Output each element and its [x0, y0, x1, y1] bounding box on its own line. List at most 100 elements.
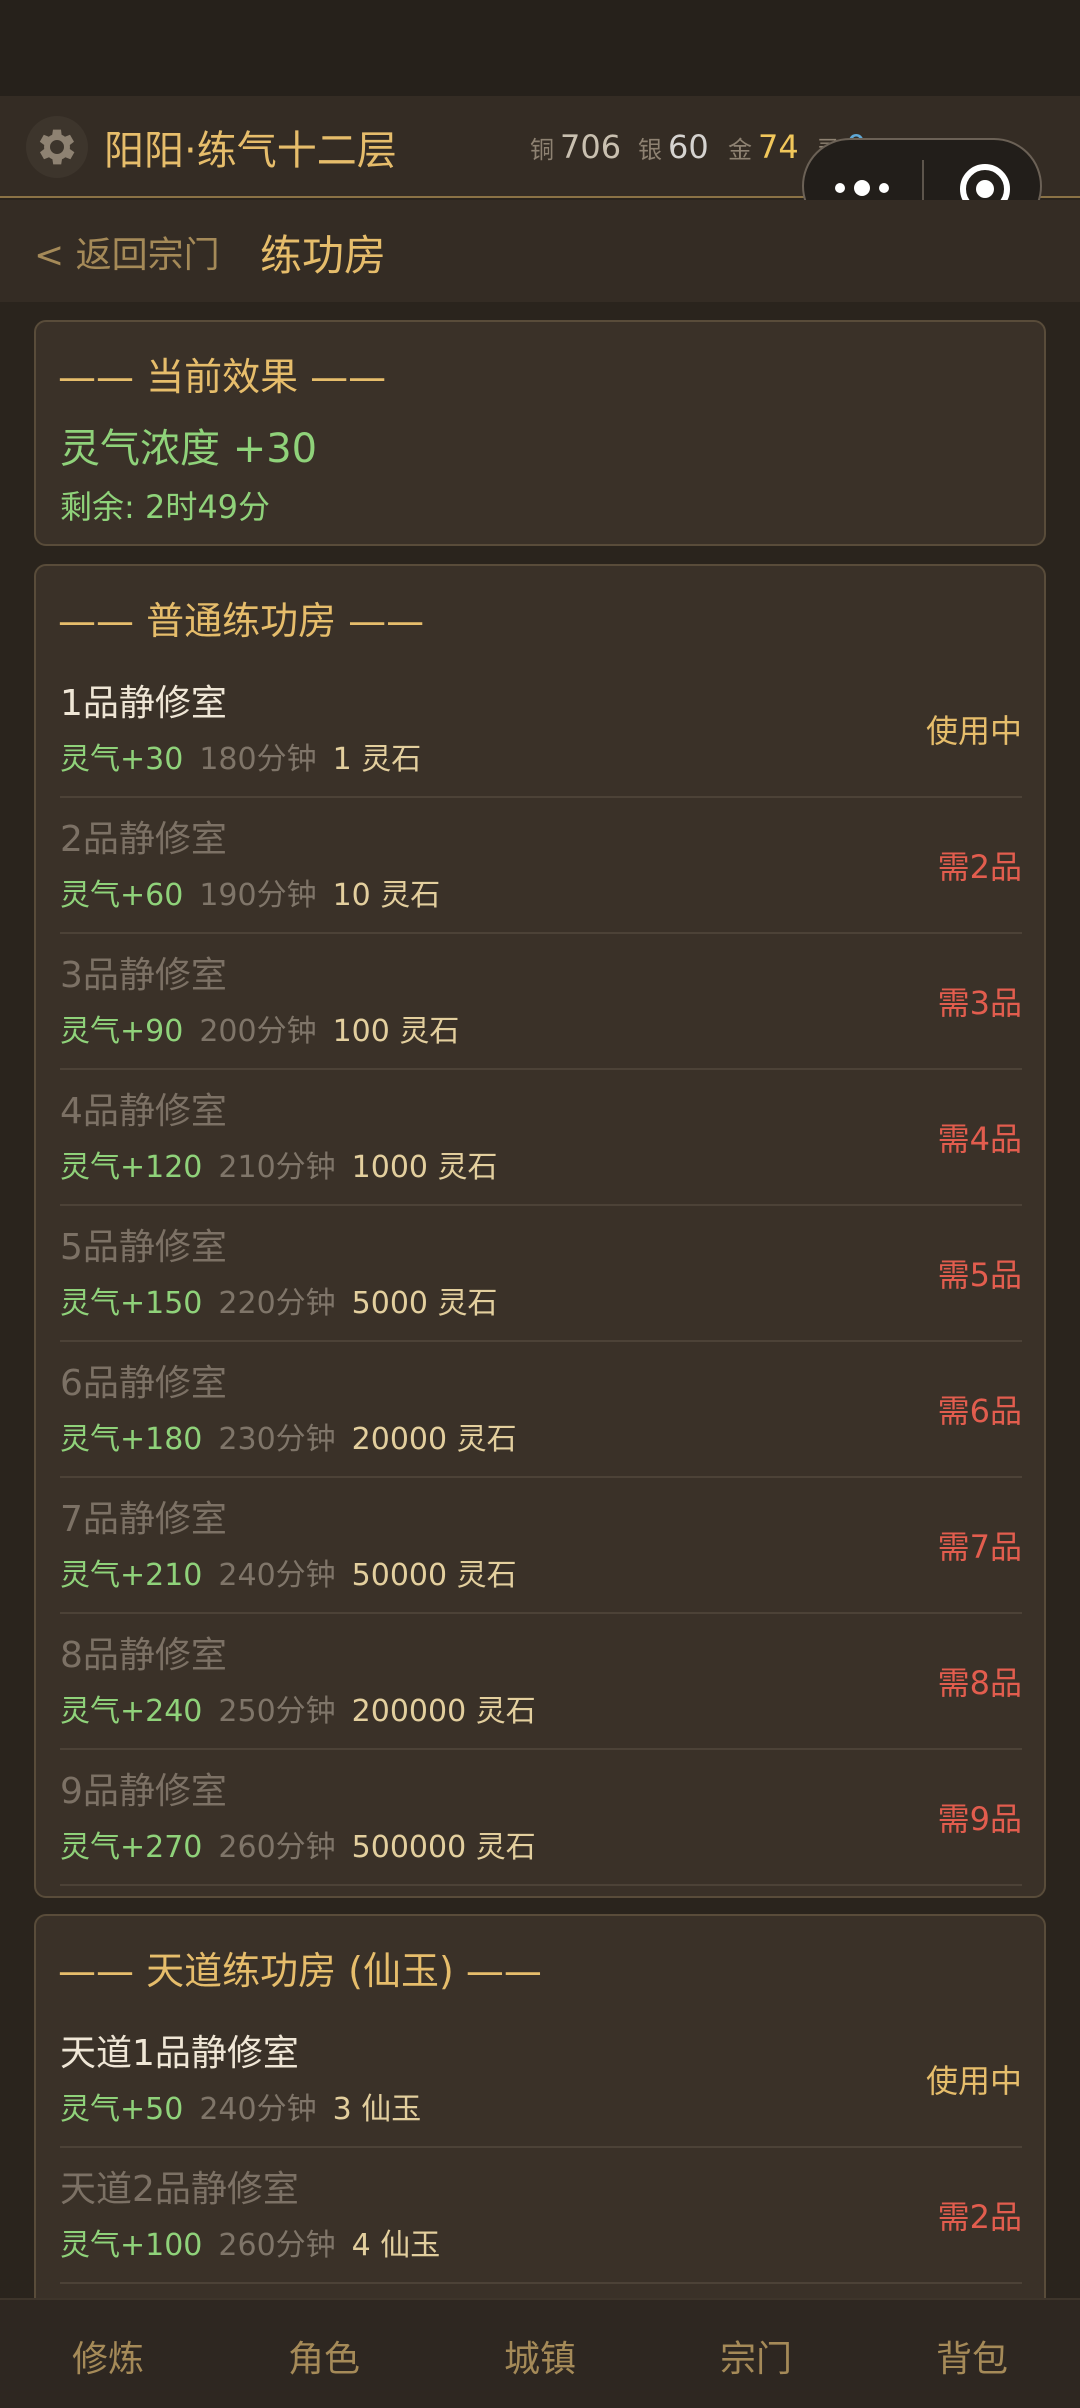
room-duration: 190分钟 [199, 878, 317, 913]
status-bar [0, 0, 1080, 96]
heaven-training-title: —— 天道练功房 (仙玉) —— [58, 1949, 542, 1993]
gold-currency: 金 74 [728, 128, 799, 166]
room-cost: 500000 灵石 [351, 1830, 536, 1865]
silver-value: 60 [668, 128, 709, 166]
room-name: 9品静修室 [60, 1771, 227, 1812]
room-status[interactable]: 使用中 [926, 706, 1022, 752]
nav-town[interactable]: 城镇 [432, 2330, 648, 2382]
copper-currency: 铜 706 [530, 128, 621, 166]
room-cost: 4 仙玉 [351, 2228, 441, 2263]
room-cost: 1000 灵石 [351, 1150, 498, 1185]
room-duration: 200分钟 [199, 1014, 317, 1049]
room-row[interactable]: 7品静修室灵气+210 240分钟 50000 灵石 需7品 [60, 1478, 1022, 1614]
room-qi: 灵气+60 [60, 878, 184, 913]
room-status[interactable]: 需9品 [938, 1794, 1022, 1840]
room-cost: 5000 灵石 [351, 1286, 498, 1321]
room-stats: 灵气+240 250分钟 200000 灵石 [60, 1686, 536, 1730]
room-name: 6品静修室 [60, 1363, 227, 1404]
player-name: 阳阳·练气十二层 [104, 128, 397, 174]
room-qi: 灵气+270 [60, 1830, 203, 1865]
room-qi: 灵气+90 [60, 1014, 184, 1049]
room-name: 1品静修室 [60, 683, 227, 724]
room-cost: 3 仙玉 [332, 2092, 422, 2127]
room-name: 4品静修室 [60, 1091, 227, 1132]
room-row[interactable]: 2品静修室灵气+60 190分钟 10 灵石 需2品 [60, 798, 1022, 934]
room-duration: 260分钟 [218, 1830, 336, 1865]
room-duration: 240分钟 [199, 2092, 317, 2127]
room-duration: 250分钟 [218, 1694, 336, 1729]
room-row[interactable]: 1品静修室 灵气+30 180分钟 1 灵石 使用中 [60, 662, 1022, 798]
room-cost: 200000 灵石 [351, 1694, 536, 1729]
room-stats: 灵气+90 200分钟 100 灵石 [60, 1006, 459, 1050]
room-row[interactable]: 天道2品静修室灵气+100 260分钟 4 仙玉 需2品 [60, 2148, 1022, 2284]
room-duration: 230分钟 [218, 1422, 336, 1457]
room-cost: 100 灵石 [332, 1014, 460, 1049]
room-row[interactable]: 5品静修室灵气+150 220分钟 5000 灵石 需5品 [60, 1206, 1022, 1342]
room-status[interactable]: 使用中 [926, 2056, 1022, 2102]
settings-button[interactable] [26, 116, 88, 178]
room-row[interactable]: 3品静修室灵气+90 200分钟 100 灵石 需3品 [60, 934, 1022, 1070]
room-status[interactable]: 需3品 [938, 978, 1022, 1024]
room-stats: 灵气+270 260分钟 500000 灵石 [60, 1822, 536, 1866]
room-status[interactable]: 需2品 [938, 2192, 1022, 2238]
room-qi: 灵气+180 [60, 1422, 203, 1457]
nav-cultivate[interactable]: 修炼 [0, 2330, 216, 2382]
room-row[interactable]: 天道1品静修室灵气+50 240分钟 3 仙玉 使用中 [60, 2012, 1022, 2148]
room-stats: 灵气+50 240分钟 3 仙玉 [60, 2084, 421, 2128]
current-effect-title: —— 当前效果 —— [58, 355, 387, 399]
room-cost: 50000 灵石 [351, 1558, 517, 1593]
room-row[interactable]: 6品静修室灵气+180 230分钟 20000 灵石 需6品 [60, 1342, 1022, 1478]
room-status[interactable]: 需6品 [938, 1386, 1022, 1432]
room-qi: 灵气+50 [60, 2092, 184, 2127]
heaven-training-panel: —— 天道练功房 (仙玉) —— 天道1品静修室灵气+50 240分钟 3 仙玉 使用… [34, 1914, 1046, 2334]
room-name: 2品静修室 [60, 819, 227, 860]
nav-sect[interactable]: 宗门 [648, 2330, 864, 2382]
room-stats: 灵气+120 210分钟 1000 灵石 [60, 1142, 498, 1186]
room-status[interactable]: 需8品 [938, 1658, 1022, 1704]
effect-value: 灵气浓度 +30 [60, 426, 318, 472]
copper-label: 铜 [530, 136, 554, 164]
room-name: 天道2品静修室 [60, 2169, 299, 2210]
more-options-icon[interactable] [834, 176, 890, 200]
room-duration: 240分钟 [218, 1558, 336, 1593]
normal-training-title: —— 普通练功房 —— [58, 599, 425, 643]
bottom-nav: 修炼 角色 城镇 宗门 背包 [0, 2298, 1080, 2408]
room-duration: 220分钟 [218, 1286, 336, 1321]
nav-bag[interactable]: 背包 [864, 2330, 1080, 2382]
room-name: 5品静修室 [60, 1227, 227, 1268]
room-status[interactable]: 需7品 [938, 1522, 1022, 1568]
room-status[interactable]: 需5品 [938, 1250, 1022, 1296]
normal-training-panel: —— 普通练功房 —— 1品静修室 灵气+30 180分钟 1 灵石 使用中 2品静修室灵… [34, 564, 1046, 1898]
room-duration: 260分钟 [218, 2228, 336, 2263]
room-name: 3品静修室 [60, 955, 227, 996]
room-stats: 灵气+180 230分钟 20000 灵石 [60, 1414, 517, 1458]
room-row[interactable]: 8品静修室 灵气+240 250分钟 200000 灵石 需8品 [60, 1614, 1022, 1750]
room-qi: 灵气+100 [60, 2228, 203, 2263]
silver-currency: 银 60 [638, 128, 709, 166]
room-status[interactable]: 需4品 [938, 1114, 1022, 1160]
gold-value: 74 [758, 128, 799, 166]
room-status[interactable]: 需2品 [938, 842, 1022, 888]
room-row[interactable]: 9品静修室灵气+270 260分钟 500000 灵石 需9品 [60, 1750, 1022, 1886]
room-name: 天道1品静修室 [60, 2033, 299, 2074]
room-qi: 灵气+210 [60, 1558, 203, 1593]
room-stats: 灵气+100 260分钟 4 仙玉 [60, 2220, 440, 2264]
room-cost: 20000 灵石 [351, 1422, 517, 1457]
sub-header: < 返回宗门 练功房 [0, 200, 1080, 302]
room-stats: 灵气+210 240分钟 50000 灵石 [60, 1550, 517, 1594]
nav-character[interactable]: 角色 [216, 2330, 432, 2382]
page-title: 练功房 [260, 231, 387, 280]
room-qi: 灵气+150 [60, 1286, 203, 1321]
room-qi: 灵气+240 [60, 1694, 203, 1729]
room-cost: 10 灵石 [332, 878, 441, 913]
room-qi: 灵气+120 [60, 1150, 203, 1185]
room-duration: 180分钟 [199, 742, 317, 777]
room-cost: 1 灵石 [332, 742, 422, 777]
current-effect-panel: —— 当前效果 —— 灵气浓度 +30 剩余: 2时49分 [34, 320, 1046, 546]
back-to-sect-link[interactable]: < 返回宗门 [34, 226, 220, 278]
room-row[interactable]: 4品静修室灵气+120 210分钟 1000 灵石 需4品 [60, 1070, 1022, 1206]
gear-icon [39, 129, 75, 165]
room-name: 7品静修室 [60, 1499, 227, 1540]
effect-remaining: 剩余: 2时49分 [60, 488, 271, 526]
room-stats: 灵气+60 190分钟 10 灵石 [60, 870, 440, 914]
